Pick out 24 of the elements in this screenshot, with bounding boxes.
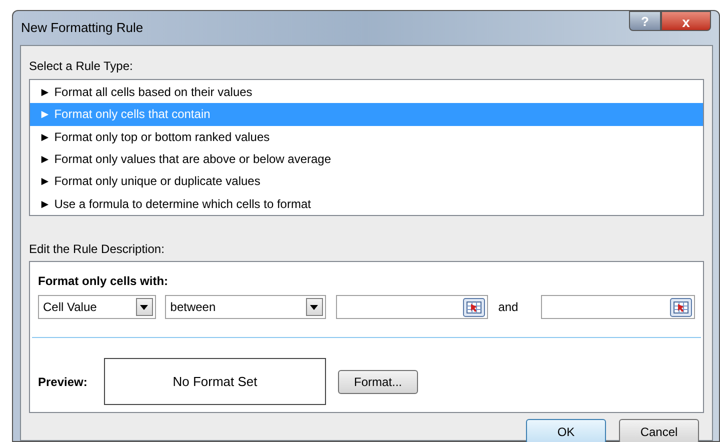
cell-reference-icon (670, 298, 692, 316)
panel-heading: Format only cells with: (38, 273, 170, 290)
section-label: Edit the Rule Description: (29, 241, 166, 258)
dropdown[interactable]: Cell Value (38, 295, 156, 319)
caret-icon (136, 298, 152, 316)
rule-type-item[interactable]: ► Format only values that are above or below average (30, 148, 703, 170)
and-label: and (497, 299, 520, 316)
format-button[interactable]: Format... (338, 370, 418, 394)
cell-reference-icon (463, 298, 486, 316)
preview-box: No Format Set (104, 358, 326, 405)
rule-type-item[interactable]: ► Format only unique or duplicate values (30, 170, 703, 193)
rule-type-item[interactable]: ► Format all cells based on their values (30, 81, 703, 104)
rule-type-item[interactable]: ► Format only top or bottom ranked values (30, 126, 703, 148)
input-field[interactable] (541, 295, 695, 319)
window-title: New Formatting Rule (21, 19, 144, 38)
rule-type-item[interactable]: ► Use a formula to determine which cells to format (30, 192, 703, 215)
ok-button[interactable]: OK (526, 419, 606, 442)
cancel-button[interactable]: Cancel (619, 419, 699, 442)
section-label: Select a Rule Type: (29, 58, 134, 75)
caret-icon (306, 298, 323, 316)
preview-label: Preview: (38, 374, 88, 390)
input-field[interactable] (336, 295, 488, 319)
close-button[interactable]: x (661, 11, 711, 31)
dropdown[interactable]: between (165, 295, 326, 319)
